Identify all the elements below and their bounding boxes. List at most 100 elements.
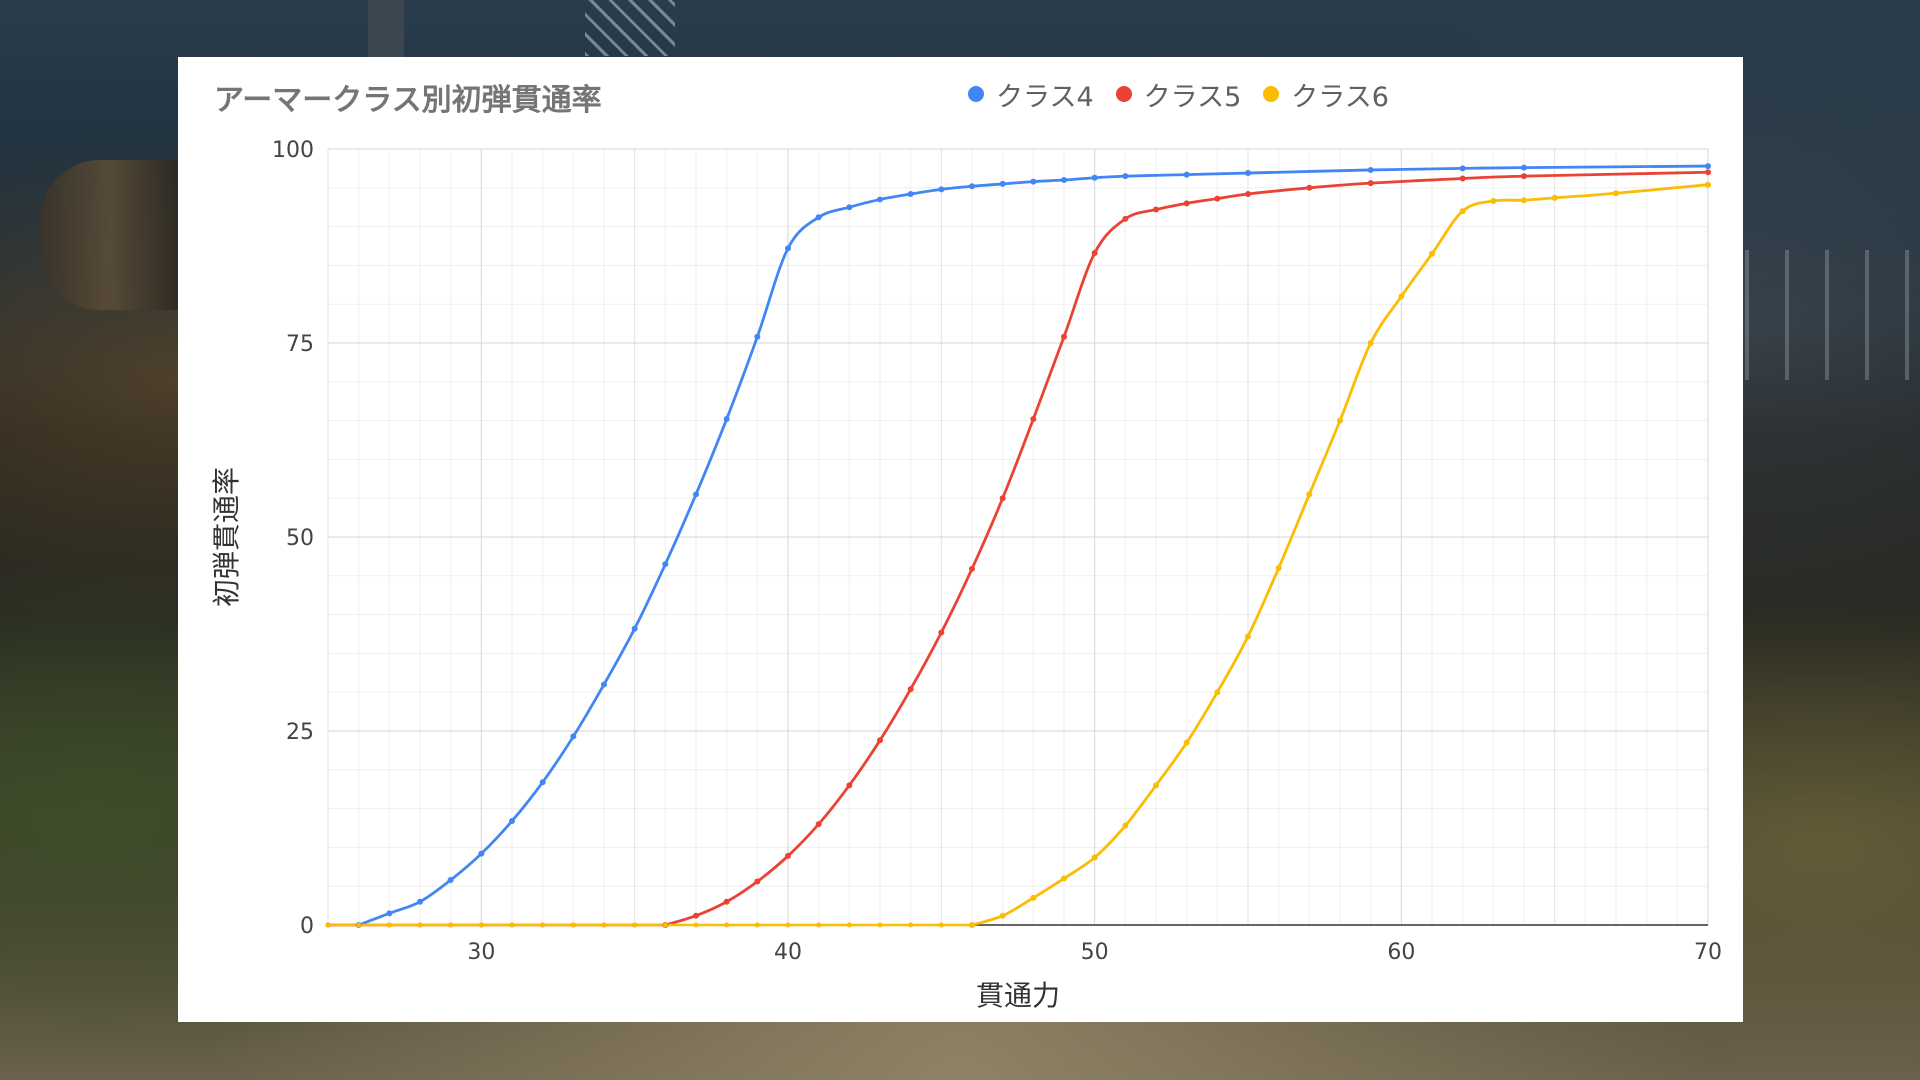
data-point-class5 xyxy=(1153,206,1159,213)
data-point-class6 xyxy=(1153,782,1159,789)
data-point-class6 xyxy=(417,922,423,928)
data-point-class5 xyxy=(754,878,761,885)
data-point-class5 xyxy=(877,737,883,744)
data-point-class5 xyxy=(1367,180,1374,187)
data-point-class5 xyxy=(723,898,730,905)
data-point-class4 xyxy=(846,204,853,211)
x-axis-title: 貫通力 xyxy=(976,979,1060,1012)
series-points xyxy=(325,163,1711,928)
data-point-class4 xyxy=(1061,177,1067,184)
data-point-class4 xyxy=(447,876,454,883)
data-point-class4 xyxy=(1705,163,1711,170)
data-point-class6 xyxy=(1122,822,1129,829)
data-point-class6 xyxy=(1521,197,1527,204)
data-point-class6 xyxy=(1490,197,1497,204)
y-tick-label: 50 xyxy=(286,526,314,551)
data-point-class5 xyxy=(1521,173,1527,180)
data-point-class4 xyxy=(907,191,914,198)
data-point-class5 xyxy=(1183,200,1190,207)
data-point-class6 xyxy=(1030,894,1037,901)
data-point-class6 xyxy=(509,922,515,928)
data-point-class6 xyxy=(816,922,822,928)
chart-card: アーマークラス別初弾貫通率 クラス4 クラス5 クラス6 30 40 50 60 70 … xyxy=(178,57,1743,1022)
data-point-class6 xyxy=(754,922,760,928)
data-point-class5 xyxy=(907,686,914,693)
data-point-class6 xyxy=(540,922,546,928)
data-point-class6 xyxy=(846,922,852,928)
data-point-class6 xyxy=(1245,633,1251,640)
x-tick-label: 40 xyxy=(774,940,802,965)
plot-area: 30 40 50 60 70 0 25 50 75 100 貫通力 初弾貫通率 xyxy=(210,138,1722,1012)
data-point-class6 xyxy=(938,922,944,928)
data-point-class5 xyxy=(999,495,1006,502)
data-point-class6 xyxy=(1459,208,1466,215)
data-point-class4 xyxy=(969,183,975,190)
data-point-class5 xyxy=(1306,184,1313,191)
y-tick-label: 25 xyxy=(286,720,314,745)
data-point-class6 xyxy=(877,922,883,928)
data-point-class6 xyxy=(386,922,392,928)
data-point-class5 xyxy=(938,629,945,636)
background-railing xyxy=(1745,250,1920,380)
data-point-class6 xyxy=(1613,190,1619,197)
data-point-class6 xyxy=(1337,417,1343,424)
data-point-class4 xyxy=(723,416,730,423)
data-point-class6 xyxy=(1061,875,1067,882)
data-point-class6 xyxy=(1183,739,1190,746)
data-point-class5 xyxy=(1061,333,1067,340)
y-axis-title: 初弾貫通率 xyxy=(210,467,243,607)
data-point-class5 xyxy=(846,782,853,789)
data-point-class6 xyxy=(1214,689,1221,696)
data-point-class4 xyxy=(539,779,546,786)
data-point-class4 xyxy=(1245,170,1251,177)
data-point-class5 xyxy=(1705,169,1711,176)
data-point-class6 xyxy=(969,922,975,928)
data-point-class6 xyxy=(785,922,791,928)
data-point-class4 xyxy=(478,850,485,857)
data-point-class4 xyxy=(386,910,393,917)
data-point-class4 xyxy=(417,898,423,905)
x-tick-label: 50 xyxy=(1081,940,1109,965)
data-point-class4 xyxy=(1122,173,1129,180)
x-tick-label: 70 xyxy=(1694,940,1722,965)
x-axis: 30 40 50 60 70 xyxy=(328,924,1722,965)
data-point-class6 xyxy=(325,922,331,928)
data-point-class6 xyxy=(908,922,914,928)
data-point-class5 xyxy=(1122,215,1129,222)
data-point-class4 xyxy=(877,196,883,203)
data-point-class4 xyxy=(938,186,945,193)
y-axis: 0 25 50 75 100 xyxy=(272,138,314,939)
data-point-class4 xyxy=(1459,165,1466,172)
background-tank-car xyxy=(40,160,180,310)
data-point-class6 xyxy=(999,912,1006,919)
data-point-class4 xyxy=(815,214,822,221)
data-point-class6 xyxy=(601,922,607,928)
y-tick-label: 75 xyxy=(286,332,314,357)
data-point-class5 xyxy=(1091,249,1098,256)
y-tick-label: 100 xyxy=(272,138,314,163)
data-point-class5 xyxy=(1459,175,1466,182)
data-point-class6 xyxy=(724,922,730,928)
data-point-class4 xyxy=(509,818,515,825)
data-point-class4 xyxy=(999,180,1006,187)
data-point-class4 xyxy=(1030,178,1037,185)
data-point-class5 xyxy=(785,852,791,859)
data-point-class4 xyxy=(754,333,761,340)
data-point-class5 xyxy=(693,912,699,919)
data-point-class6 xyxy=(693,922,699,928)
data-point-class5 xyxy=(969,565,975,572)
data-point-class6 xyxy=(1091,854,1098,861)
data-point-class5 xyxy=(815,821,822,828)
data-point-class6 xyxy=(356,922,362,928)
data-point-class6 xyxy=(1367,340,1374,346)
series-lines xyxy=(328,164,1709,927)
data-point-class6 xyxy=(632,922,638,928)
data-point-class5 xyxy=(1245,191,1251,198)
data-point-class6 xyxy=(1551,194,1558,201)
data-point-class6 xyxy=(1275,565,1282,572)
data-point-class6 xyxy=(1398,293,1405,300)
data-point-class5 xyxy=(1214,195,1221,202)
background-crane xyxy=(585,0,675,56)
data-point-class4 xyxy=(631,625,638,632)
data-point-class4 xyxy=(785,245,791,252)
